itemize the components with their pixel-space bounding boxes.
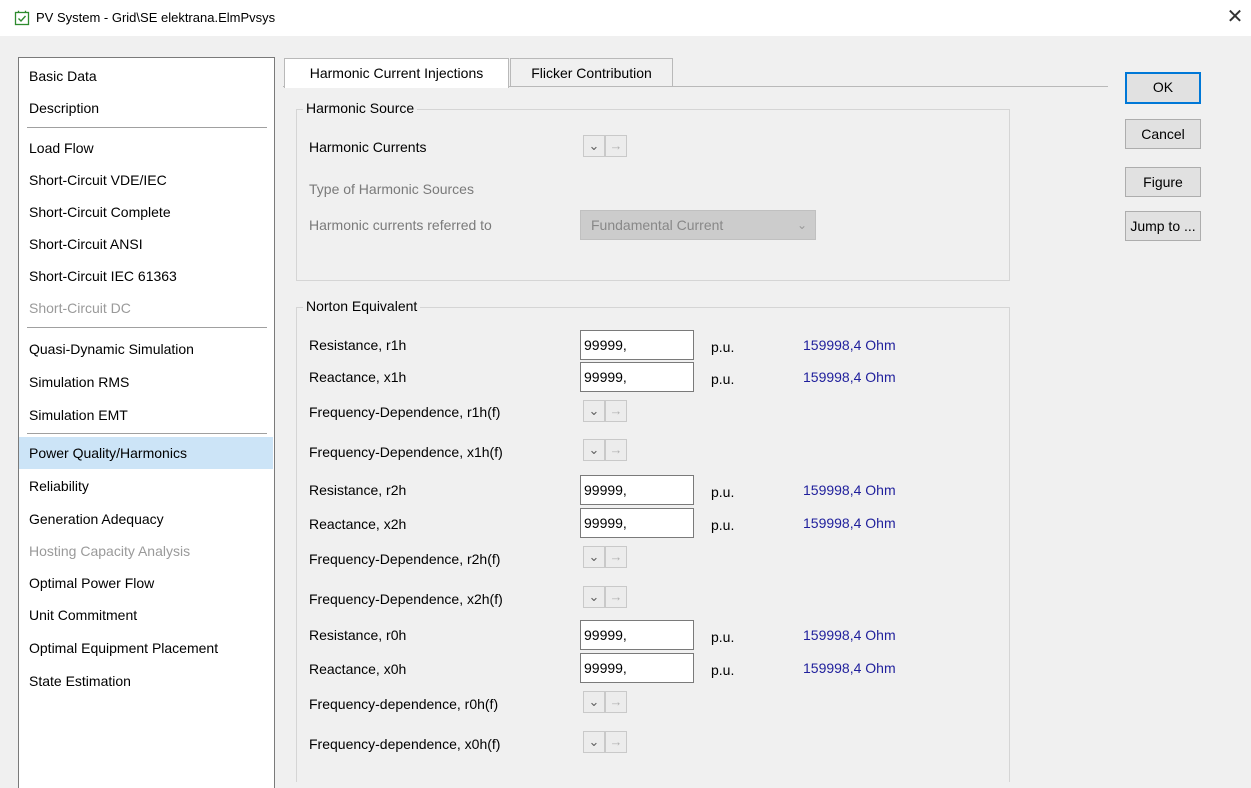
harmonic-currents-selector: ⌄ → — [583, 135, 643, 159]
cancel-button[interactable]: Cancel — [1125, 119, 1201, 149]
freq-dependence-r0h-label: Frequency-dependence, r0h(f) — [309, 696, 499, 712]
norton-equivalent-legend: Norton Equivalent — [303, 298, 421, 314]
reactance-x0h-label: Reactance, x0h — [309, 661, 407, 677]
resistance-r0h-unit: p.u. — [711, 629, 735, 645]
chevron-down-icon[interactable]: ⌄ — [583, 439, 605, 461]
nav-item-short-circuit-dc: Short-Circuit DC — [29, 300, 131, 316]
resistance-r1h-ohm: 159998,4 Ohm — [803, 337, 896, 353]
nav-item-generation-adequacy[interactable]: Generation Adequacy — [19, 503, 273, 535]
harmonic-currents-referred-label: Harmonic currents referred to — [309, 217, 492, 233]
freq-dependence-x1h-label: Frequency-Dependence, x1h(f) — [309, 444, 503, 460]
nav-item-short-circuit-iec-61363[interactable]: Short-Circuit IEC 61363 — [19, 260, 273, 292]
nav-item-simulation-emt[interactable]: Simulation EMT — [19, 399, 273, 431]
reactance-x2h-input[interactable]: 99999, — [580, 508, 694, 538]
reactance-x2h-unit: p.u. — [711, 517, 735, 533]
nav-item-hosting-capacity-analysis: Hosting Capacity Analysis — [29, 543, 191, 559]
arrow-right-icon[interactable]: → — [605, 546, 627, 568]
chevron-down-icon[interactable]: ⌄ — [583, 135, 605, 157]
freq-dependence-r0h-selector: ⌄ → — [583, 691, 643, 715]
nav-item-load-flow[interactable]: Load Flow — [19, 132, 273, 164]
nav-item-power-quality-harmonics[interactable]: Power Quality/Harmonics — [19, 437, 273, 469]
nav-separator — [27, 433, 267, 434]
harmonic-source-legend: Harmonic Source — [303, 100, 418, 116]
resistance-r1h-label: Resistance, r1h — [309, 337, 407, 353]
ok-button[interactable]: OK — [1125, 72, 1201, 104]
figure-button[interactable]: Figure — [1125, 167, 1201, 197]
arrow-right-icon[interactable]: → — [605, 400, 627, 422]
reactance-x1h-unit: p.u. — [711, 371, 735, 387]
resistance-r0h-label: Resistance, r0h — [309, 627, 407, 643]
reactance-x1h-input[interactable]: 99999, — [580, 362, 694, 392]
freq-dependence-r1h-label: Frequency-Dependence, r1h(f) — [309, 404, 501, 420]
tab-harmonic-current-injections[interactable]: Harmonic Current Injections — [284, 58, 509, 88]
nav-separator — [27, 327, 267, 328]
freq-dependence-x2h-selector: ⌄ → — [583, 586, 643, 610]
resistance-r2h-input[interactable]: 99999, — [580, 475, 694, 505]
reactance-x1h-ohm: 159998,4 Ohm — [803, 369, 896, 385]
reactance-x2h-ohm: 159998,4 Ohm — [803, 515, 896, 531]
arrow-right-icon[interactable]: → — [605, 439, 627, 461]
resistance-r1h-unit: p.u. — [711, 339, 735, 355]
arrow-right-icon[interactable]: → — [605, 691, 627, 713]
nav-item-short-circuit-complete[interactable]: Short-Circuit Complete — [19, 196, 273, 228]
chevron-down-icon[interactable]: ⌄ — [583, 400, 605, 422]
referred-select-value: Fundamental Current — [591, 217, 724, 233]
freq-dependence-x1h-selector: ⌄ → — [583, 439, 643, 463]
chevron-down-icon[interactable]: ⌄ — [583, 691, 605, 713]
nav-item-unit-commitment[interactable]: Unit Commitment — [19, 599, 273, 631]
resistance-r0h-ohm: 159998,4 Ohm — [803, 627, 896, 643]
nav-item-short-circuit-ansi[interactable]: Short-Circuit ANSI — [19, 228, 273, 260]
nav-item-optimal-equipment-placement[interactable]: Optimal Equipment Placement — [19, 632, 273, 664]
title-bar: PV System - Grid\SE elektrana.ElmPvsys ✕ — [0, 0, 1251, 36]
harmonic-currents-referred-select: Fundamental Current ⌄ — [580, 210, 816, 240]
type-of-harmonic-sources-label: Type of Harmonic Sources — [309, 181, 474, 197]
arrow-right-icon[interactable]: → — [605, 731, 627, 753]
chevron-down-icon[interactable]: ⌄ — [583, 586, 605, 608]
reactance-x2h-label: Reactance, x2h — [309, 516, 407, 532]
reactance-x0h-ohm: 159998,4 Ohm — [803, 660, 896, 676]
resistance-r2h-unit: p.u. — [711, 484, 735, 500]
window-title: PV System - Grid\SE elektrana.ElmPvsys — [36, 10, 276, 25]
reactance-x0h-unit: p.u. — [711, 662, 735, 678]
close-icon[interactable]: ✕ — [1224, 6, 1246, 30]
tab-flicker-contribution[interactable]: Flicker Contribution — [510, 58, 673, 86]
reactance-x1h-label: Reactance, x1h — [309, 369, 407, 385]
resistance-r1h-input[interactable]: 99999, — [580, 330, 694, 360]
arrow-right-icon[interactable]: → — [605, 135, 627, 157]
freq-dependence-r2h-selector: ⌄ → — [583, 546, 643, 570]
harmonic-currents-label: Harmonic Currents — [309, 139, 427, 155]
pv-system-icon — [14, 10, 30, 26]
chevron-down-icon[interactable]: ⌄ — [583, 731, 605, 753]
nav-item-optimal-power-flow[interactable]: Optimal Power Flow — [19, 567, 273, 599]
nav-item-quasi-dynamic-simulation[interactable]: Quasi-Dynamic Simulation — [19, 333, 273, 365]
freq-dependence-x2h-label: Frequency-Dependence, x2h(f) — [309, 591, 503, 607]
freq-dependence-r2h-label: Frequency-Dependence, r2h(f) — [309, 551, 501, 567]
nav-item-reliability[interactable]: Reliability — [19, 470, 273, 502]
nav-item-simulation-rms[interactable]: Simulation RMS — [19, 366, 273, 398]
freq-dependence-r1h-selector: ⌄ → — [583, 400, 643, 424]
resistance-r2h-label: Resistance, r2h — [309, 482, 407, 498]
arrow-right-icon[interactable]: → — [605, 586, 627, 608]
nav-separator — [27, 127, 267, 128]
chevron-down-icon[interactable]: ⌄ — [583, 546, 605, 568]
resistance-r2h-ohm: 159998,4 Ohm — [803, 482, 896, 498]
nav-item-basic-data[interactable]: Basic Data — [19, 60, 273, 92]
nav-item-short-circuit-vde-iec[interactable]: Short-Circuit VDE/IEC — [19, 164, 273, 196]
freq-dependence-x0h-selector: ⌄ → — [583, 731, 643, 755]
freq-dependence-x0h-label: Frequency-dependence, x0h(f) — [309, 736, 501, 752]
reactance-x0h-input[interactable]: 99999, — [580, 653, 694, 683]
chevron-down-icon: ⌄ — [796, 218, 807, 232]
nav-item-description[interactable]: Description — [19, 92, 273, 124]
resistance-r0h-input[interactable]: 99999, — [580, 620, 694, 650]
jump-to-button[interactable]: Jump to ... — [1125, 211, 1201, 241]
nav-item-state-estimation[interactable]: State Estimation — [19, 665, 273, 697]
page-navigation-list: Basic Data Description Load Flow Short-C… — [18, 57, 275, 788]
